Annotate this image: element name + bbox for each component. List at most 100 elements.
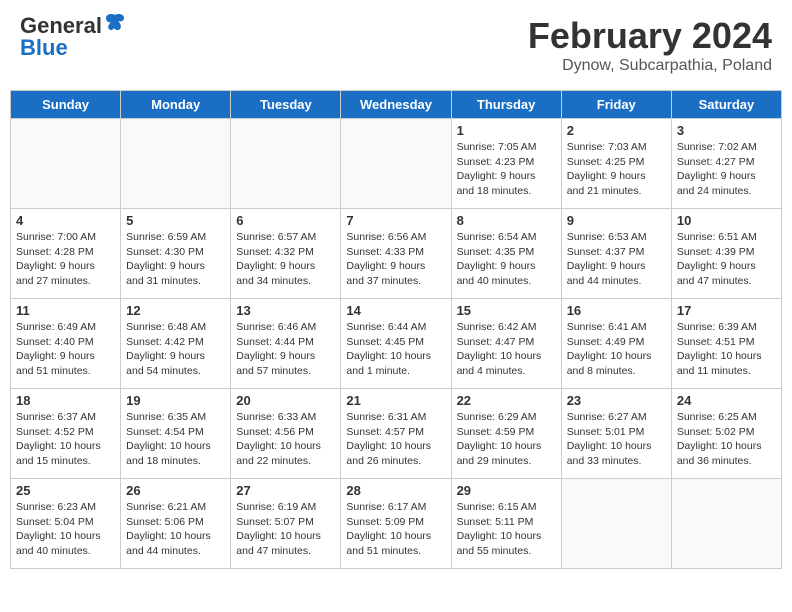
day-info: Sunrise: 6:27 AMSunset: 5:01 PMDaylight:… [567,410,666,469]
day-number: 8 [457,213,556,228]
calendar-header-row: SundayMondayTuesdayWednesdayThursdayFrid… [11,91,782,119]
calendar-cell: 28 Sunrise: 6:17 AMSunset: 5:09 PMDayligh… [341,479,451,569]
day-info: Sunrise: 6:29 AMSunset: 4:59 PMDaylight:… [457,410,556,469]
calendar-cell: 13 Sunrise: 6:46 AMSunset: 4:44 PMDayligh… [231,299,341,389]
day-number: 24 [677,393,776,408]
calendar-cell: 4 Sunrise: 7:00 AMSunset: 4:28 PMDaylight… [11,209,121,299]
day-number: 5 [126,213,225,228]
day-number: 4 [16,213,115,228]
calendar-cell: 19 Sunrise: 6:35 AMSunset: 4:54 PMDayligh… [121,389,231,479]
calendar-cell [341,119,451,209]
calendar-cell: 16 Sunrise: 6:41 AMSunset: 4:49 PMDayligh… [561,299,671,389]
day-info: Sunrise: 6:42 AMSunset: 4:47 PMDaylight:… [457,320,556,379]
calendar-week-row: 11 Sunrise: 6:49 AMSunset: 4:40 PMDayligh… [11,299,782,389]
day-info: Sunrise: 7:03 AMSunset: 4:25 PMDaylight:… [567,140,666,199]
day-info: Sunrise: 7:05 AMSunset: 4:23 PMDaylight:… [457,140,556,199]
calendar-cell: 10 Sunrise: 6:51 AMSunset: 4:39 PMDayligh… [671,209,781,299]
day-number: 25 [16,483,115,498]
calendar-cell: 23 Sunrise: 6:27 AMSunset: 5:01 PMDayligh… [561,389,671,479]
calendar-cell: 20 Sunrise: 6:33 AMSunset: 4:56 PMDayligh… [231,389,341,479]
calendar-cell [231,119,341,209]
calendar-cell: 3 Sunrise: 7:02 AMSunset: 4:27 PMDaylight… [671,119,781,209]
day-of-week-header: Sunday [11,91,121,119]
day-number: 12 [126,303,225,318]
day-number: 16 [567,303,666,318]
calendar-cell: 1 Sunrise: 7:05 AMSunset: 4:23 PMDaylight… [451,119,561,209]
calendar-cell [121,119,231,209]
day-number: 22 [457,393,556,408]
logo-blue-text: Blue [20,37,126,59]
day-number: 17 [677,303,776,318]
logo: General Blue [20,15,126,59]
calendar-cell: 12 Sunrise: 6:48 AMSunset: 4:42 PMDayligh… [121,299,231,389]
day-number: 2 [567,123,666,138]
day-info: Sunrise: 6:41 AMSunset: 4:49 PMDaylight:… [567,320,666,379]
day-info: Sunrise: 6:49 AMSunset: 4:40 PMDaylight:… [16,320,115,379]
day-number: 10 [677,213,776,228]
day-number: 13 [236,303,335,318]
day-number: 20 [236,393,335,408]
day-number: 11 [16,303,115,318]
day-number: 19 [126,393,225,408]
calendar-cell [11,119,121,209]
day-of-week-header: Thursday [451,91,561,119]
main-title: February 2024 [528,15,772,57]
day-number: 21 [346,393,445,408]
day-of-week-header: Wednesday [341,91,451,119]
calendar-cell: 21Sunrise: 6:31 AMSunset: 4:57 PMDayligh… [341,389,451,479]
calendar-week-row: 1 Sunrise: 7:05 AMSunset: 4:23 PMDaylight… [11,119,782,209]
day-info: Sunrise: 6:21 AMSunset: 5:06 PMDaylight:… [126,500,225,559]
day-number: 9 [567,213,666,228]
day-info: Sunrise: 6:33 AMSunset: 4:56 PMDaylight:… [236,410,335,469]
day-number: 15 [457,303,556,318]
calendar-cell: 9 Sunrise: 6:53 AMSunset: 4:37 PMDaylight… [561,209,671,299]
day-info: Sunrise: 6:51 AMSunset: 4:39 PMDaylight:… [677,230,776,289]
day-info: Sunrise: 6:23 AMSunset: 5:04 PMDaylight:… [16,500,115,559]
day-info: Sunrise: 6:17 AMSunset: 5:09 PMDaylight:… [346,500,445,559]
day-info: Sunrise: 6:57 AMSunset: 4:32 PMDaylight:… [236,230,335,289]
calendar-week-row: 18 Sunrise: 6:37 AMSunset: 4:52 PMDayligh… [11,389,782,479]
calendar-cell: 15 Sunrise: 6:42 AMSunset: 4:47 PMDayligh… [451,299,561,389]
day-info: Sunrise: 6:53 AMSunset: 4:37 PMDaylight:… [567,230,666,289]
calendar-cell: 24 Sunrise: 6:25 AMSunset: 5:02 PMDayligh… [671,389,781,479]
calendar-cell: 11 Sunrise: 6:49 AMSunset: 4:40 PMDayligh… [11,299,121,389]
day-info: Sunrise: 6:48 AMSunset: 4:42 PMDaylight:… [126,320,225,379]
day-info: Sunrise: 7:02 AMSunset: 4:27 PMDaylight:… [677,140,776,199]
day-number: 7 [346,213,445,228]
calendar-table: SundayMondayTuesdayWednesdayThursdayFrid… [10,90,782,569]
day-info: Sunrise: 6:39 AMSunset: 4:51 PMDaylight:… [677,320,776,379]
day-number: 23 [567,393,666,408]
day-number: 3 [677,123,776,138]
day-number: 27 [236,483,335,498]
calendar-cell: 22 Sunrise: 6:29 AMSunset: 4:59 PMDayligh… [451,389,561,479]
day-of-week-header: Saturday [671,91,781,119]
day-number: 26 [126,483,225,498]
day-info: Sunrise: 6:46 AMSunset: 4:44 PMDaylight:… [236,320,335,379]
calendar-cell: 29Sunrise: 6:15 AMSunset: 5:11 PMDayligh… [451,479,561,569]
day-info: Sunrise: 6:44 AMSunset: 4:45 PMDaylight:… [346,320,445,379]
day-info: Sunrise: 6:54 AMSunset: 4:35 PMDaylight:… [457,230,556,289]
logo-general-text: General [20,15,102,37]
calendar-cell: 17 Sunrise: 6:39 AMSunset: 4:51 PMDayligh… [671,299,781,389]
day-info: Sunrise: 6:19 AMSunset: 5:07 PMDaylight:… [236,500,335,559]
calendar-cell: 18 Sunrise: 6:37 AMSunset: 4:52 PMDayligh… [11,389,121,479]
calendar-week-row: 25 Sunrise: 6:23 AMSunset: 5:04 PMDayligh… [11,479,782,569]
day-number: 29 [457,483,556,498]
title-section: February 2024 Dynow, Subcarpathia, Polan… [528,15,772,75]
day-info: Sunrise: 6:37 AMSunset: 4:52 PMDaylight:… [16,410,115,469]
day-number: 1 [457,123,556,138]
calendar-cell: 2 Sunrise: 7:03 AMSunset: 4:25 PMDaylight… [561,119,671,209]
day-info: Sunrise: 6:35 AMSunset: 4:54 PMDaylight:… [126,410,225,469]
calendar-cell [561,479,671,569]
day-info: Sunrise: 6:25 AMSunset: 5:02 PMDaylight:… [677,410,776,469]
calendar-cell: 14Sunrise: 6:44 AMSunset: 4:45 PMDayligh… [341,299,451,389]
calendar-cell: 27 Sunrise: 6:19 AMSunset: 5:07 PMDayligh… [231,479,341,569]
day-info: Sunrise: 6:56 AMSunset: 4:33 PMDaylight:… [346,230,445,289]
day-number: 28 [346,483,445,498]
page-header: General Blue February 2024 Dynow, Subcar… [10,10,782,80]
day-number: 18 [16,393,115,408]
day-info: Sunrise: 7:00 AMSunset: 4:28 PMDaylight:… [16,230,115,289]
calendar-cell: 6 Sunrise: 6:57 AMSunset: 4:32 PMDaylight… [231,209,341,299]
day-number: 6 [236,213,335,228]
calendar-week-row: 4 Sunrise: 7:00 AMSunset: 4:28 PMDaylight… [11,209,782,299]
